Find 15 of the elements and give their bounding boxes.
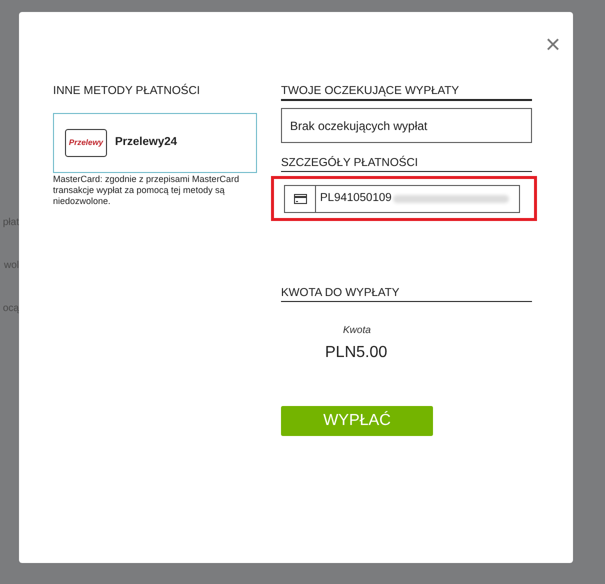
method-name: Przelewy24: [115, 135, 178, 150]
przelewy-logo: Przelewy: [65, 129, 107, 157]
account-number: PL941050109: [319, 190, 392, 206]
amount-label: Kwota: [343, 324, 372, 338]
card-icon: [294, 194, 306, 204]
section-heading: TWOJE OCZEKUJĄCE WYPŁATY: [281, 84, 532, 101]
section-heading: KWOTA DO WYPŁATY: [281, 286, 532, 302]
payment-method-card[interactable]: Przelewy Przelewy24: [53, 113, 257, 173]
close-button[interactable]: ×: [543, 34, 563, 54]
restriction-note: MasterCard: zgodnie z przepisami MasterCard transakcje wypłat za pomocą tej metody są niedozwolone.: [53, 174, 240, 207]
section-heading: INNE METODY PŁATNOŚCI: [53, 84, 201, 98]
amount-value: PLN5.00: [325, 343, 388, 363]
section-heading: SZCZEGÓŁY PŁATNOŚCI: [281, 156, 532, 172]
account-field[interactable]: PL941050109: [284, 184, 520, 212]
pending-payouts-box: Brak oczekujących wypłat: [281, 108, 532, 143]
